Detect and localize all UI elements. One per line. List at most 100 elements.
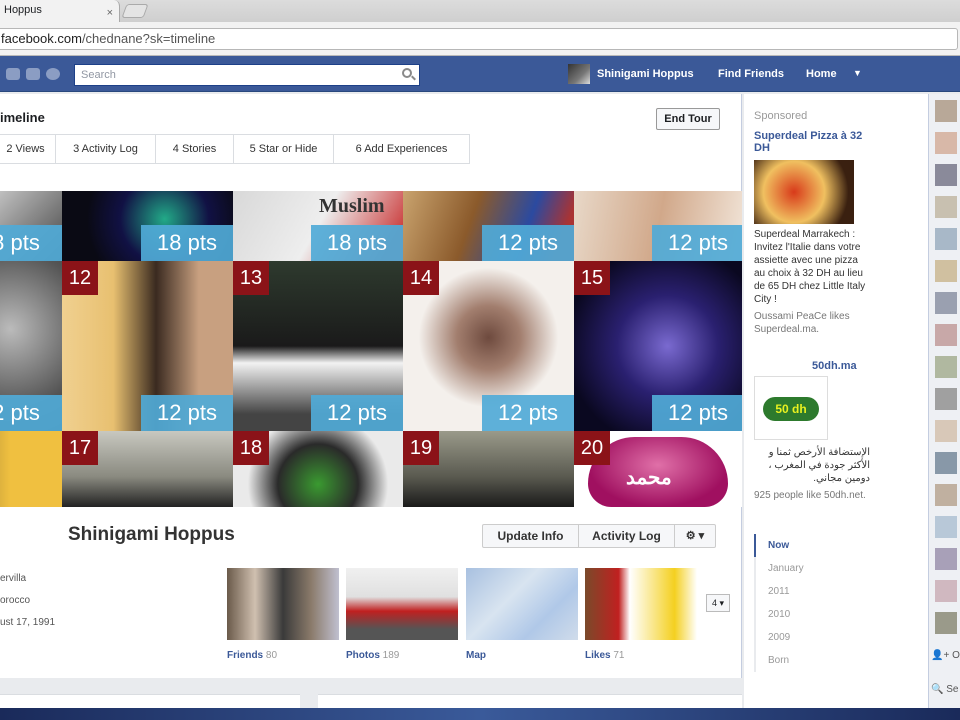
- chat-options-icon[interactable]: 👤+ O: [931, 650, 960, 661]
- tour-step[interactable]: 5 Star or Hide: [234, 134, 334, 164]
- mosaic-tile[interactable]: محمد 20: [574, 431, 742, 507]
- mosaic-tile[interactable]: 18 pts: [62, 191, 233, 261]
- chat-friend-avatar[interactable]: [935, 164, 957, 186]
- mosaic-tile[interactable]: 8 pts: [0, 191, 62, 261]
- mosaic-tile[interactable]: 2 pts: [0, 261, 62, 431]
- settings-gear-icon[interactable]: ⚙ ▾: [675, 525, 715, 547]
- heart-text: محمد: [626, 467, 672, 489]
- end-tour-button[interactable]: End Tour: [656, 108, 720, 130]
- tour-steps: 2 Views 3 Activity Log 4 Stories 5 Star …: [0, 134, 476, 164]
- friends-label[interactable]: Friends 80: [227, 650, 277, 661]
- chat-friend-avatar[interactable]: [935, 516, 957, 538]
- find-friends-link[interactable]: Find Friends: [718, 68, 784, 80]
- chat-friend-avatar[interactable]: [935, 228, 957, 250]
- profile-info: ervilla orocco ust 17, 1991: [0, 568, 220, 640]
- rank-badge: 12: [62, 261, 98, 295]
- rank-badge: 13: [233, 261, 269, 295]
- tour-step[interactable]: 4 Stories: [156, 134, 234, 164]
- ad-title[interactable]: Superdeal Pizza à 32 DH: [754, 130, 864, 154]
- close-icon[interactable]: ×: [107, 3, 113, 23]
- browser-tab[interactable]: Hoppus ×: [0, 0, 120, 22]
- mosaic-tile[interactable]: Muslim 18 pts: [233, 191, 403, 261]
- points-badge: 12 pts: [652, 395, 742, 431]
- more-sections-button[interactable]: 4 ▾: [706, 594, 730, 612]
- map-thumbnail[interactable]: [466, 568, 578, 640]
- tile-count: 80: [265, 650, 278, 661]
- mosaic-tile[interactable]: [0, 431, 62, 507]
- chat-friend-avatar[interactable]: [935, 484, 957, 506]
- ad-title[interactable]: 50dh.ma: [812, 360, 857, 372]
- year-link[interactable]: January: [754, 557, 834, 580]
- search-input[interactable]: Search: [74, 64, 420, 86]
- notifications-icon[interactable]: [46, 68, 60, 80]
- os-dock: [0, 708, 960, 720]
- friends-thumbnail[interactable]: [227, 568, 339, 640]
- mosaic-tile[interactable]: 13 12 pts: [233, 261, 403, 431]
- timeline-year-nav: Now January 2011 2010 2009 Born: [754, 534, 834, 672]
- year-link[interactable]: 2010: [754, 603, 834, 626]
- photos-label[interactable]: Photos 189: [346, 650, 399, 661]
- ad-body: Superdeal Marrakech : Invitez l'Italie d…: [754, 228, 870, 336]
- mosaic-tile[interactable]: 18: [233, 431, 403, 507]
- points-badge: 12 pts: [141, 395, 233, 431]
- year-link[interactable]: 2011: [754, 580, 834, 603]
- logo-text: 50 dh: [763, 397, 819, 421]
- points-badge: 8 pts: [0, 225, 62, 261]
- tour-step[interactable]: 2 Views: [0, 134, 56, 164]
- ad-text: الإستضافة الأرخص ثمنا و الأكثر جودة في ا…: [768, 447, 870, 484]
- chat-friend-avatar[interactable]: [935, 580, 957, 602]
- avatar[interactable]: [568, 64, 590, 84]
- year-link[interactable]: Now: [754, 534, 834, 557]
- rank-badge: 15: [574, 261, 610, 295]
- mosaic-tile[interactable]: 12 pts: [574, 191, 742, 261]
- mosaic-tile[interactable]: 14 12 pts: [403, 261, 574, 431]
- chat-friend-avatar[interactable]: [935, 356, 957, 378]
- chat-friend-avatar[interactable]: [935, 612, 957, 634]
- mosaic-tile[interactable]: 12 12 pts: [62, 261, 233, 431]
- chat-friend-avatar[interactable]: [935, 548, 957, 570]
- account-menu-caret-icon[interactable]: ▼: [853, 68, 862, 78]
- profile-link[interactable]: Shinigami Hoppus: [597, 68, 694, 80]
- mosaic-tile[interactable]: 12 pts: [403, 191, 574, 261]
- timeline-post-box: [318, 694, 742, 708]
- chat-friend-avatar[interactable]: [935, 292, 957, 314]
- update-info-button[interactable]: Update Info: [483, 525, 579, 547]
- chat-friend-avatar[interactable]: [935, 324, 957, 346]
- year-link[interactable]: 2009: [754, 626, 834, 649]
- ad-pizza[interactable]: Superdeal Pizza à 32 DH: [754, 130, 864, 154]
- likes-thumbnail[interactable]: [585, 568, 697, 640]
- chat-search-input[interactable]: 🔍 Se: [931, 684, 958, 695]
- chat-friend-avatar[interactable]: [935, 196, 957, 218]
- mosaic-tile[interactable]: 15 12 pts: [574, 261, 742, 431]
- chat-friend-avatar[interactable]: [935, 100, 957, 122]
- ad-50dh-logo[interactable]: 50 dh: [754, 376, 828, 440]
- rank-badge: 18: [233, 431, 269, 465]
- search-icon[interactable]: [402, 68, 412, 78]
- tile-label: Likes: [585, 650, 611, 661]
- url-field[interactable]: facebook.com/chednane?sk=timeline: [0, 28, 958, 50]
- map-label[interactable]: Map: [466, 650, 486, 661]
- mosaic-tile[interactable]: 19: [403, 431, 574, 507]
- year-link[interactable]: Born: [754, 649, 834, 672]
- photos-thumbnail[interactable]: [346, 568, 458, 640]
- url-host: facebook.com: [1, 31, 82, 46]
- chat-friend-avatar[interactable]: [935, 260, 957, 282]
- timeline-main: imeline End Tour 2 Views 3 Activity Log …: [0, 94, 742, 678]
- chat-friend-avatar[interactable]: [935, 452, 957, 474]
- home-link[interactable]: Home: [806, 68, 837, 80]
- tab-title: Hoppus: [4, 4, 42, 16]
- tile-label: Friends: [227, 650, 264, 661]
- mosaic-tile[interactable]: 17: [62, 431, 233, 507]
- profile-actions: Update Info Activity Log ⚙ ▾: [482, 524, 716, 548]
- tour-step[interactable]: 6 Add Experiences: [334, 134, 470, 164]
- messages-icon[interactable]: [26, 68, 40, 80]
- chat-friend-avatar[interactable]: [935, 132, 957, 154]
- likes-label[interactable]: Likes 71: [585, 650, 624, 661]
- friend-requests-icon[interactable]: [6, 68, 20, 80]
- tour-step[interactable]: 3 Activity Log: [56, 134, 156, 164]
- ad-pizza-image[interactable]: [754, 160, 854, 224]
- activity-log-button[interactable]: Activity Log: [579, 525, 675, 547]
- chat-friend-avatar[interactable]: [935, 388, 957, 410]
- chat-friend-avatar[interactable]: [935, 420, 957, 442]
- new-tab-button[interactable]: [121, 4, 149, 18]
